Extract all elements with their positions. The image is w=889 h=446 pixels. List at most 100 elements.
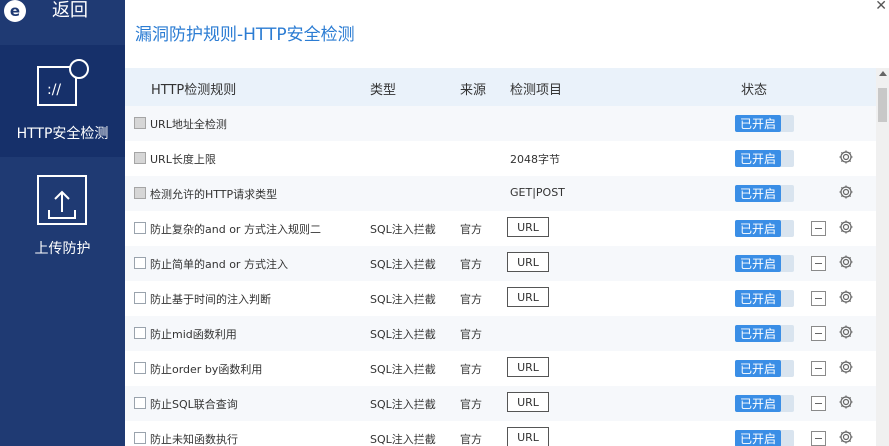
status-label: 已开启 (735, 185, 781, 202)
sidebar: e 返回 :// HTTP安全检测 上传防护 (0, 0, 125, 446)
back-button[interactable]: e 返回 (0, 0, 125, 30)
gear-icon[interactable] (838, 149, 854, 165)
status-label: 已开启 (735, 150, 781, 167)
status-toggle[interactable]: 已开启 (735, 360, 794, 377)
gear-icon[interactable] (838, 219, 854, 235)
rule-name: 防止复杂的and or 方式注入规则二 (150, 223, 321, 236)
column-header-type: 类型 (370, 83, 397, 98)
rule-source: 官方 (460, 398, 482, 411)
rule-type: SQL注入拦截 (370, 398, 436, 411)
gear-icon[interactable] (838, 394, 854, 410)
nav-label: 上传防护 (34, 241, 91, 257)
status-toggle[interactable]: 已开启 (735, 115, 794, 132)
status-label: 已开启 (735, 360, 781, 377)
remove-button[interactable] (811, 291, 826, 306)
svg-text:://: :// (47, 82, 61, 98)
row-checkbox[interactable] (134, 187, 146, 199)
status-toggle[interactable]: 已开启 (735, 325, 794, 342)
gear-icon[interactable] (838, 289, 854, 305)
main-panel: ✕ 漏洞防护规则-HTTP安全检测 HTTP检测规则 类型 来源 检测项目 状态… (125, 0, 889, 446)
rule-source: 官方 (460, 223, 482, 236)
row-checkbox[interactable] (134, 292, 146, 304)
gear-icon[interactable] (838, 429, 854, 445)
table-row: 检测允许的HTTP请求类型 GET|POST 已开启 (125, 176, 876, 211)
scroll-thumb[interactable] (878, 88, 887, 122)
row-checkbox[interactable] (134, 432, 146, 444)
close-icon[interactable]: ✕ (875, 0, 887, 14)
column-header-status: 状态 (741, 83, 768, 98)
detect-item-url-tag: URL (507, 287, 549, 307)
upload-icon (36, 175, 87, 225)
rule-source: 官方 (460, 363, 482, 376)
row-checkbox[interactable] (134, 117, 146, 129)
status-toggle[interactable]: 已开启 (735, 395, 794, 412)
row-checkbox[interactable] (134, 152, 146, 164)
gear-icon[interactable] (838, 184, 854, 200)
detect-item-url-tag: URL (507, 357, 549, 377)
rule-name: 防止简单的and or 方式注入 (150, 258, 288, 271)
table-body: URL地址全检测 已开启 URL长度上限 2048字节 已开启 检测允许的HTTP请求类型… (125, 106, 876, 446)
detect-item-url-tag: URL (507, 217, 549, 237)
rule-name: 防止mid函数利用 (150, 328, 237, 341)
status-toggle[interactable]: 已开启 (735, 220, 794, 237)
status-toggle[interactable]: 已开启 (735, 255, 794, 272)
detect-item-url-tag: URL (507, 252, 549, 272)
status-toggle[interactable]: 已开启 (735, 290, 794, 307)
row-checkbox[interactable] (134, 327, 146, 339)
rule-source: 官方 (460, 433, 482, 446)
rule-source: 官方 (460, 258, 482, 271)
row-checkbox[interactable] (134, 362, 146, 374)
rule-name: 检测允许的HTTP请求类型 (150, 188, 278, 201)
rule-name: 防止SQL联合查询 (150, 398, 238, 411)
gear-icon[interactable] (838, 254, 854, 270)
table-row: URL长度上限 2048字节 已开启 (125, 141, 876, 176)
status-toggle[interactable]: 已开启 (735, 185, 794, 202)
rule-source: 官方 (460, 293, 482, 306)
status-label: 已开启 (735, 395, 781, 412)
remove-button[interactable] (811, 256, 826, 271)
remove-button[interactable] (811, 326, 826, 341)
http-scan-icon: :// (36, 59, 89, 106)
gear-icon[interactable] (838, 359, 854, 375)
remove-button[interactable] (811, 431, 826, 446)
detect-item-url-tag: URL (507, 427, 549, 446)
vertical-scrollbar[interactable] (876, 68, 889, 446)
status-label: 已开启 (735, 325, 781, 342)
row-checkbox[interactable] (134, 222, 146, 234)
remove-button[interactable] (811, 361, 826, 376)
rule-type: SQL注入拦截 (370, 328, 436, 341)
app-logo-icon: e (4, 0, 26, 22)
back-label: 返回 (52, 0, 88, 21)
column-header-rule: HTTP检测规则 (151, 83, 237, 98)
nav-label: HTTP安全检测 (16, 126, 109, 142)
row-checkbox[interactable] (134, 257, 146, 269)
scroll-up-icon[interactable] (879, 71, 887, 76)
status-toggle[interactable]: 已开启 (735, 430, 794, 446)
detect-item-url-tag: URL (507, 392, 549, 412)
page-title: 漏洞防护规则-HTTP安全检测 (135, 25, 355, 45)
rule-type: SQL注入拦截 (370, 433, 436, 446)
table-row: 防止mid函数利用 SQL注入拦截 官方 已开启 (125, 316, 876, 351)
row-checkbox[interactable] (134, 397, 146, 409)
table-row: 防止复杂的and or 方式注入规则二 SQL注入拦截 官方 URL 已开启 (125, 211, 876, 246)
nav-item-upload-protection[interactable]: 上传防护 (0, 160, 125, 270)
rule-name: 防止order by函数利用 (150, 363, 263, 376)
rule-type: SQL注入拦截 (370, 258, 436, 271)
status-toggle[interactable]: 已开启 (735, 150, 794, 167)
nav-item-http-security[interactable]: :// HTTP安全检测 (0, 45, 125, 157)
status-label: 已开启 (735, 290, 781, 307)
table-row: 防止SQL联合查询 SQL注入拦截 官方 URL 已开启 (125, 386, 876, 421)
gear-icon[interactable] (838, 324, 854, 340)
remove-button[interactable] (811, 396, 826, 411)
remove-button[interactable] (811, 221, 826, 236)
rule-type: SQL注入拦截 (370, 223, 436, 236)
status-label: 已开启 (735, 430, 781, 446)
status-label: 已开启 (735, 115, 781, 132)
status-label: 已开启 (735, 220, 781, 237)
column-header-item: 检测项目 (510, 83, 563, 98)
table-header: HTTP检测规则 类型 来源 检测项目 状态 (125, 68, 876, 106)
rule-name: URL地址全检测 (150, 118, 227, 131)
rule-name: 防止未知函数执行 (150, 433, 238, 446)
rule-source: 官方 (460, 328, 482, 341)
table-row: URL地址全检测 已开启 (125, 106, 876, 141)
